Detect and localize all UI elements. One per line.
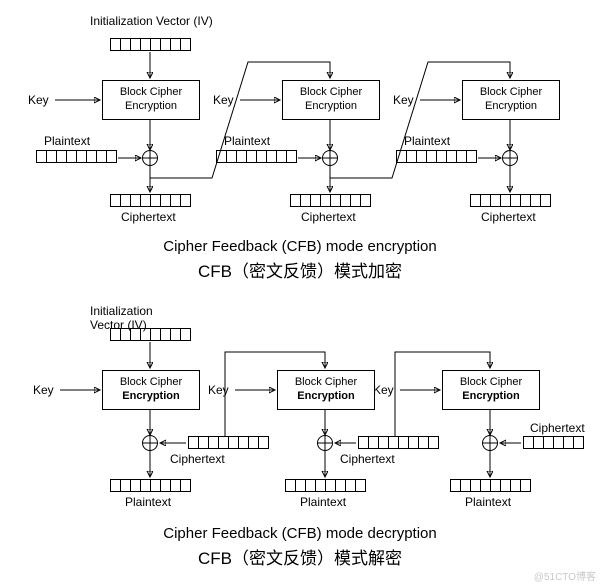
key-label: Key [213, 93, 234, 107]
plaintext-cells [285, 479, 366, 492]
encryption-text: Encryption [283, 100, 379, 114]
plaintext-cells [110, 479, 191, 492]
key-label: Key [33, 383, 54, 397]
block-cipher-text: Block Cipher [103, 86, 199, 100]
plaintext-cells [396, 150, 477, 163]
ciphertext-label: Ciphertext [121, 210, 176, 224]
iv-label: Initialization Vector (IV) [90, 14, 213, 28]
xor-icon [502, 150, 518, 166]
block-cipher-box: Block Cipher Encryption [277, 370, 375, 410]
ciphertext-label: Ciphertext [530, 421, 585, 435]
ciphertext-cells [188, 436, 269, 449]
block-cipher-box: Block Cipher Encryption [102, 370, 200, 410]
plaintext-label: Plaintext [465, 495, 511, 509]
key-label: Key [373, 383, 394, 397]
ciphertext-cells [358, 436, 439, 449]
plaintext-label: Plaintext [300, 495, 346, 509]
plaintext-label: Plaintext [125, 495, 171, 509]
decryption-caption-zh: CFB（密文反馈）模式解密 [0, 544, 600, 569]
plaintext-label: Plaintext [224, 134, 270, 148]
plaintext-label: Plaintext [44, 134, 90, 148]
block-cipher-text: Block Cipher [103, 376, 199, 390]
iv-cells [110, 328, 191, 341]
decryption-caption: Cipher Feedback (CFB) mode decryption CF… [0, 525, 600, 569]
encryption-text: Encryption [463, 100, 559, 114]
decryption-caption-en: Cipher Feedback (CFB) mode decryption [0, 525, 600, 542]
encryption-text: Encryption [278, 390, 374, 404]
xor-icon [322, 150, 338, 166]
ciphertext-cells [110, 194, 191, 207]
xor-icon [142, 150, 158, 166]
ciphertext-label: Ciphertext [301, 210, 356, 224]
block-cipher-text: Block Cipher [283, 86, 379, 100]
key-label: Key [208, 383, 229, 397]
block-cipher-text: Block Cipher [278, 376, 374, 390]
encryption-caption-zh: CFB（密文反馈）模式加密 [0, 257, 600, 282]
encryption-text: Encryption [103, 100, 199, 114]
ciphertext-cells [290, 194, 371, 207]
block-cipher-box: Block Cipher Encryption [442, 370, 540, 410]
ciphertext-cells [470, 194, 551, 207]
ciphertext-label: Ciphertext [170, 452, 225, 466]
ciphertext-cells [523, 436, 584, 449]
xor-icon [142, 435, 158, 451]
iv-cells [110, 38, 191, 51]
encryption-text: Encryption [103, 390, 199, 404]
block-cipher-box: Block Cipher Encryption [462, 80, 560, 120]
block-cipher-box: Block Cipher Encryption [282, 80, 380, 120]
block-cipher-text: Block Cipher [443, 376, 539, 390]
key-label: Key [28, 93, 49, 107]
encryption-caption: Cipher Feedback (CFB) mode encryption CF… [0, 238, 600, 282]
encryption-text: Encryption [443, 390, 539, 404]
ciphertext-label: Ciphertext [340, 452, 395, 466]
encryption-caption-en: Cipher Feedback (CFB) mode encryption [0, 238, 600, 255]
plaintext-label: Plaintext [404, 134, 450, 148]
plaintext-cells [450, 479, 531, 492]
block-cipher-text: Block Cipher [463, 86, 559, 100]
plaintext-cells [216, 150, 297, 163]
key-label: Key [393, 93, 414, 107]
xor-icon [317, 435, 333, 451]
ciphertext-label: Ciphertext [481, 210, 536, 224]
plaintext-cells [36, 150, 117, 163]
xor-icon [482, 435, 498, 451]
block-cipher-box: Block Cipher Encryption [102, 80, 200, 120]
watermark: @51CTO博客 [534, 568, 596, 583]
cfb-encryption-diagram: Initialization Vector (IV) Key Block Cip… [0, 0, 600, 250]
